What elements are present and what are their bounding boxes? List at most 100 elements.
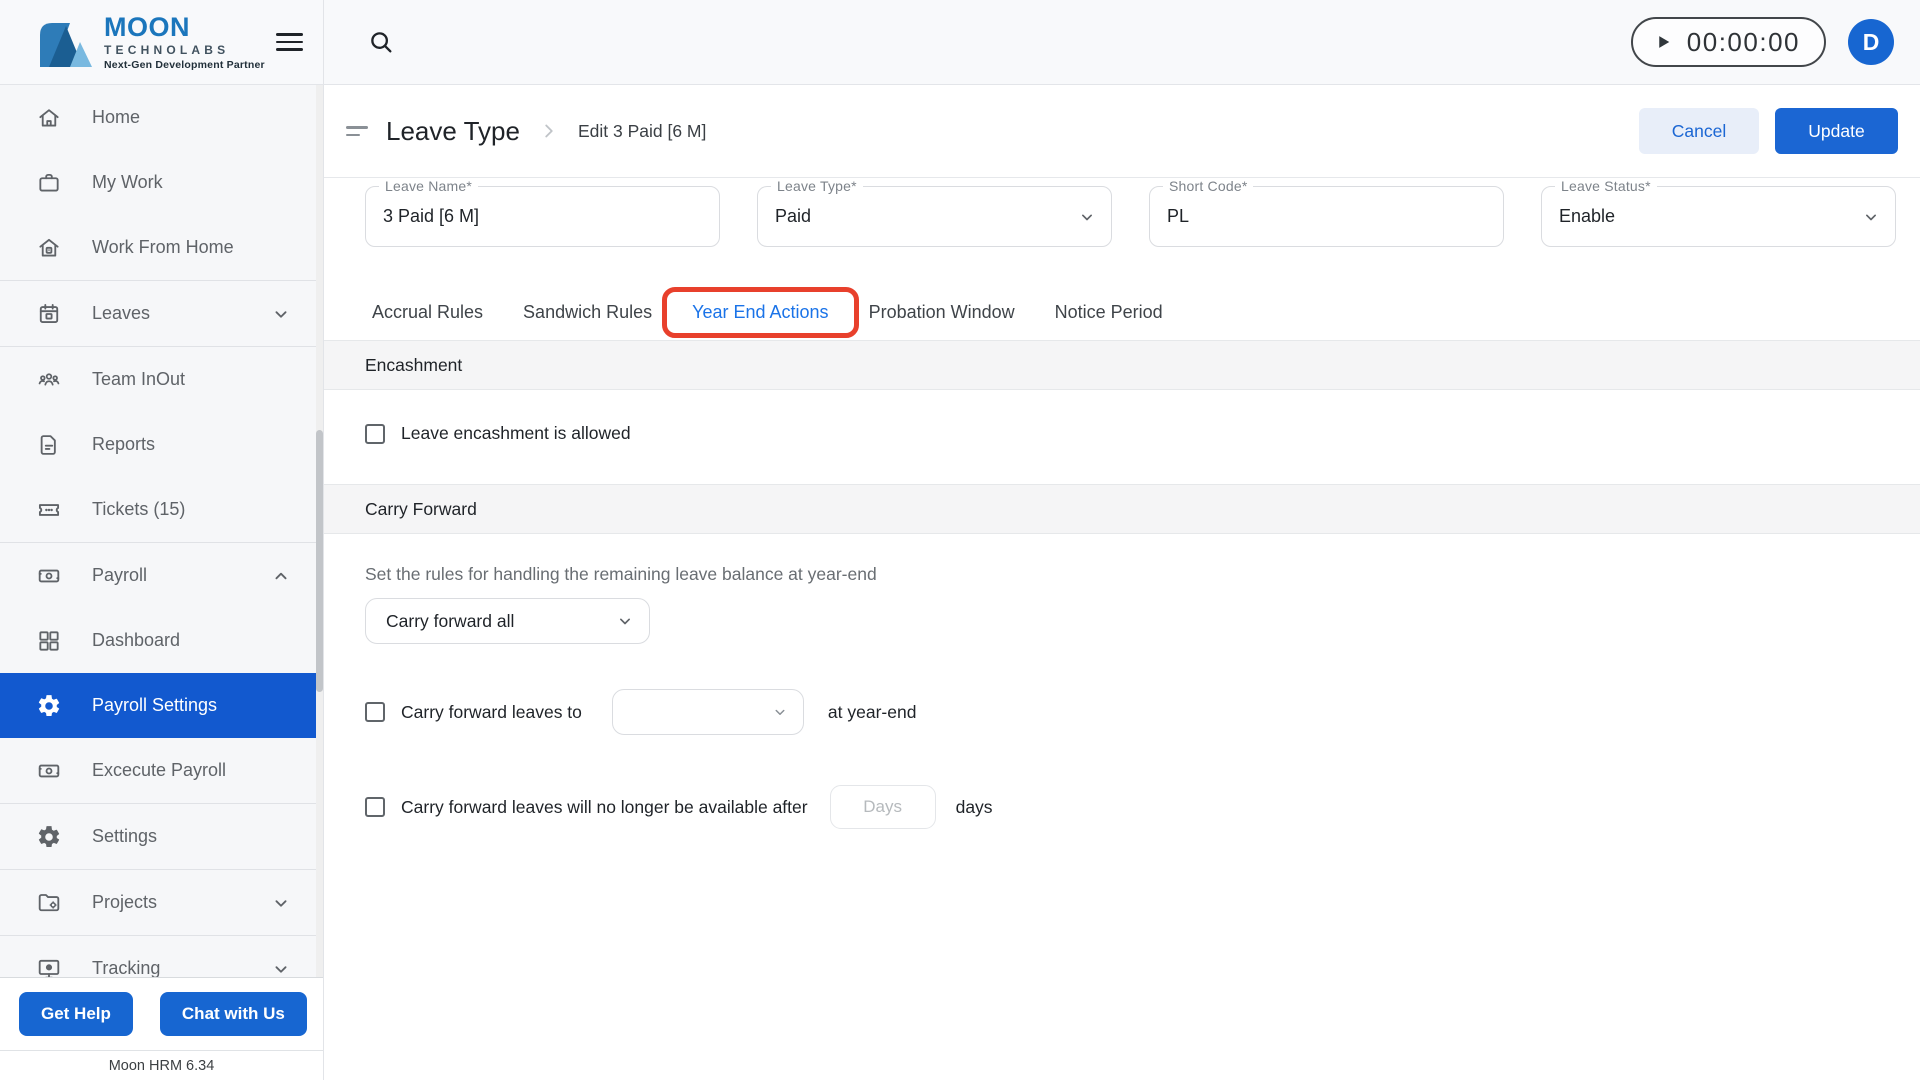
tab-accrual-rules[interactable]: Accrual Rules (372, 302, 483, 323)
header-actions: Cancel Update (1639, 108, 1898, 154)
sidebar-item-team-inout[interactable]: Team InOut (0, 347, 316, 412)
dashboard-grid-icon (36, 628, 62, 654)
sidebar-item-payroll-settings[interactable]: Payroll Settings (0, 673, 316, 738)
sidebar-item-label: Reports (92, 434, 156, 454)
tab-bar: Accrual Rules Sandwich Rules Year End Ac… (324, 285, 1920, 340)
get-help-button[interactable]: Get Help (19, 992, 133, 1036)
checkbox-label: Leave encashment is allowed (401, 423, 631, 443)
app-logo[interactable]: MOON TECHNOLABS Next-Gen Development Par… (36, 11, 265, 71)
sidebar-item-label: Tickets (15) (92, 499, 186, 519)
leaves-to-select[interactable] (611, 689, 804, 735)
page-title: Leave Type (386, 115, 520, 146)
sidebar-item-my-work[interactable]: My Work (0, 150, 316, 215)
user-avatar[interactable]: D (1848, 19, 1894, 65)
chevron-down-icon (270, 892, 292, 914)
sidebar-item-work-from-home[interactable]: Work From Home (0, 215, 316, 280)
field-value: PL (1167, 206, 1190, 226)
tab-sandwich-rules[interactable]: Sandwich Rules (523, 302, 652, 323)
carry-forward-expiry-row: Carry forward leaves will no longer be a… (324, 785, 1920, 829)
sidebar-item-label: Payroll Settings (92, 695, 218, 715)
folder-gear-icon (36, 890, 62, 916)
people-group-icon (36, 367, 62, 393)
topbar-main: 00:00:00 D (324, 0, 1920, 84)
sidebar-item-dashboard[interactable]: Dashboard (0, 608, 316, 673)
moon-logo-icon (40, 23, 92, 67)
tab-probation-window[interactable]: Probation Window (869, 302, 1015, 323)
page-header: Leave Type Edit 3 Paid [6 M] Cancel Upda… (324, 85, 1920, 178)
days-label: days (955, 796, 993, 817)
short-code-field[interactable]: Short Code* PL (1149, 178, 1504, 247)
sidebar-item-tickets[interactable]: Tickets (15) (0, 477, 316, 542)
chevron-down-icon (771, 703, 789, 721)
leave-name-field[interactable]: Leave Name* 3 Paid [6 M] (365, 178, 720, 247)
sidebar-item-projects[interactable]: Projects (0, 870, 316, 935)
carry-forward-expiry-checkbox[interactable] (365, 797, 385, 817)
chevron-down-icon (1861, 207, 1881, 227)
cancel-button[interactable]: Cancel (1639, 108, 1759, 154)
sidebar-item-settings[interactable]: Settings (0, 804, 316, 869)
checkbox-label: Carry forward leaves will no longer be a… (401, 796, 808, 817)
encashment-checkbox-row: Leave encashment is allowed (324, 423, 1920, 444)
sidebar-item-label: Settings (92, 826, 158, 846)
sidebar-item-home[interactable]: Home (0, 85, 316, 150)
carry-forward-section-header: Carry Forward (324, 484, 1920, 534)
chevron-up-icon (270, 565, 292, 587)
sidebar-item-reports[interactable]: Reports (0, 412, 316, 477)
search-button[interactable] (360, 21, 402, 63)
leave-type-select[interactable]: Leave Type* Paid (757, 178, 1112, 247)
days-input[interactable] (829, 785, 936, 829)
play-icon[interactable] (1653, 32, 1673, 52)
banknote-icon (36, 563, 62, 589)
hamburger-menu-icon[interactable] (269, 22, 309, 62)
ticket-icon (36, 497, 62, 523)
logo-text: MOON TECHNOLABS Next-Gen Development Par… (104, 11, 265, 71)
calendar-icon (36, 301, 62, 327)
chevron-down-icon (615, 611, 635, 631)
briefcase-icon (36, 170, 62, 196)
encashment-section-header: Encashment (324, 340, 1920, 390)
field-value: 3 Paid [6 M] (383, 206, 480, 226)
timer-value: 00:00:00 (1686, 26, 1800, 57)
search-icon (371, 32, 392, 53)
document-icon (36, 432, 62, 458)
topbar: MOON TECHNOLABS Next-Gen Development Par… (0, 0, 1920, 85)
carry-forward-mode-select[interactable]: Carry forward all (365, 598, 650, 644)
sidebar-item-label: Leaves (92, 303, 151, 323)
sidebar-item-label: Projects (92, 892, 158, 912)
chevron-down-icon (270, 303, 292, 325)
checkbox-label: Carry forward leaves to (401, 701, 582, 722)
tab-year-end-actions[interactable]: Year End Actions (662, 287, 859, 338)
carry-forward-description: Set the rules for handling the remaining… (365, 564, 877, 584)
breadcrumb-current: Edit 3 Paid [6 M] (577, 120, 707, 141)
update-button[interactable]: Update (1775, 108, 1898, 154)
sidebar-footer: Get Help Chat with Us Moon HRM 6.34 (0, 977, 323, 1080)
carry-forward-leaves-to-checkbox[interactable] (365, 702, 385, 722)
select-value: Carry forward all (386, 610, 515, 631)
sidebar-item-label: Payroll (92, 565, 148, 585)
leave-status-select[interactable]: Leave Status* Enable (1541, 178, 1896, 247)
leave-encashment-checkbox[interactable] (365, 423, 385, 444)
sidebar-item-excecute-payroll[interactable]: Excecute Payroll (0, 738, 316, 803)
sidebar-item-leaves[interactable]: Leaves (0, 281, 316, 346)
timer-widget[interactable]: 00:00:00 (1630, 17, 1826, 67)
gear-icon (36, 693, 62, 719)
field-value: Enable (1559, 206, 1616, 226)
sidebar-item-payroll[interactable]: Payroll (0, 543, 316, 608)
logo-tagline: Next-Gen Development Partner (104, 58, 265, 71)
topbar-left: MOON TECHNOLABS Next-Gen Development Par… (0, 0, 324, 84)
sidebar-scrollbar-track (316, 85, 323, 1080)
sidebar-nav: Home My Work Work From Home Leaves Team … (0, 85, 316, 1001)
sidebar-item-label: Home (92, 107, 141, 127)
carry-forward-leaves-to-row: Carry forward leaves to at year-end (324, 689, 1920, 735)
field-value: Paid (775, 206, 812, 226)
main-content: Leave Type Edit 3 Paid [6 M] Cancel Upda… (324, 85, 1920, 1080)
leave-type-form: Leave Name* 3 Paid [6 M] Leave Type* Pai… (324, 178, 1920, 247)
app-version: Moon HRM 6.34 (0, 1050, 323, 1080)
logo-subtitle: TECHNOLABS (104, 42, 230, 57)
at-year-end-label: at year-end (827, 701, 917, 722)
home-icon (36, 105, 62, 131)
logo-name: MOON (104, 11, 190, 42)
sidebar-scrollbar-thumb[interactable] (316, 430, 323, 692)
tab-notice-period[interactable]: Notice Period (1055, 302, 1163, 323)
chat-with-us-button[interactable]: Chat with Us (159, 992, 307, 1036)
